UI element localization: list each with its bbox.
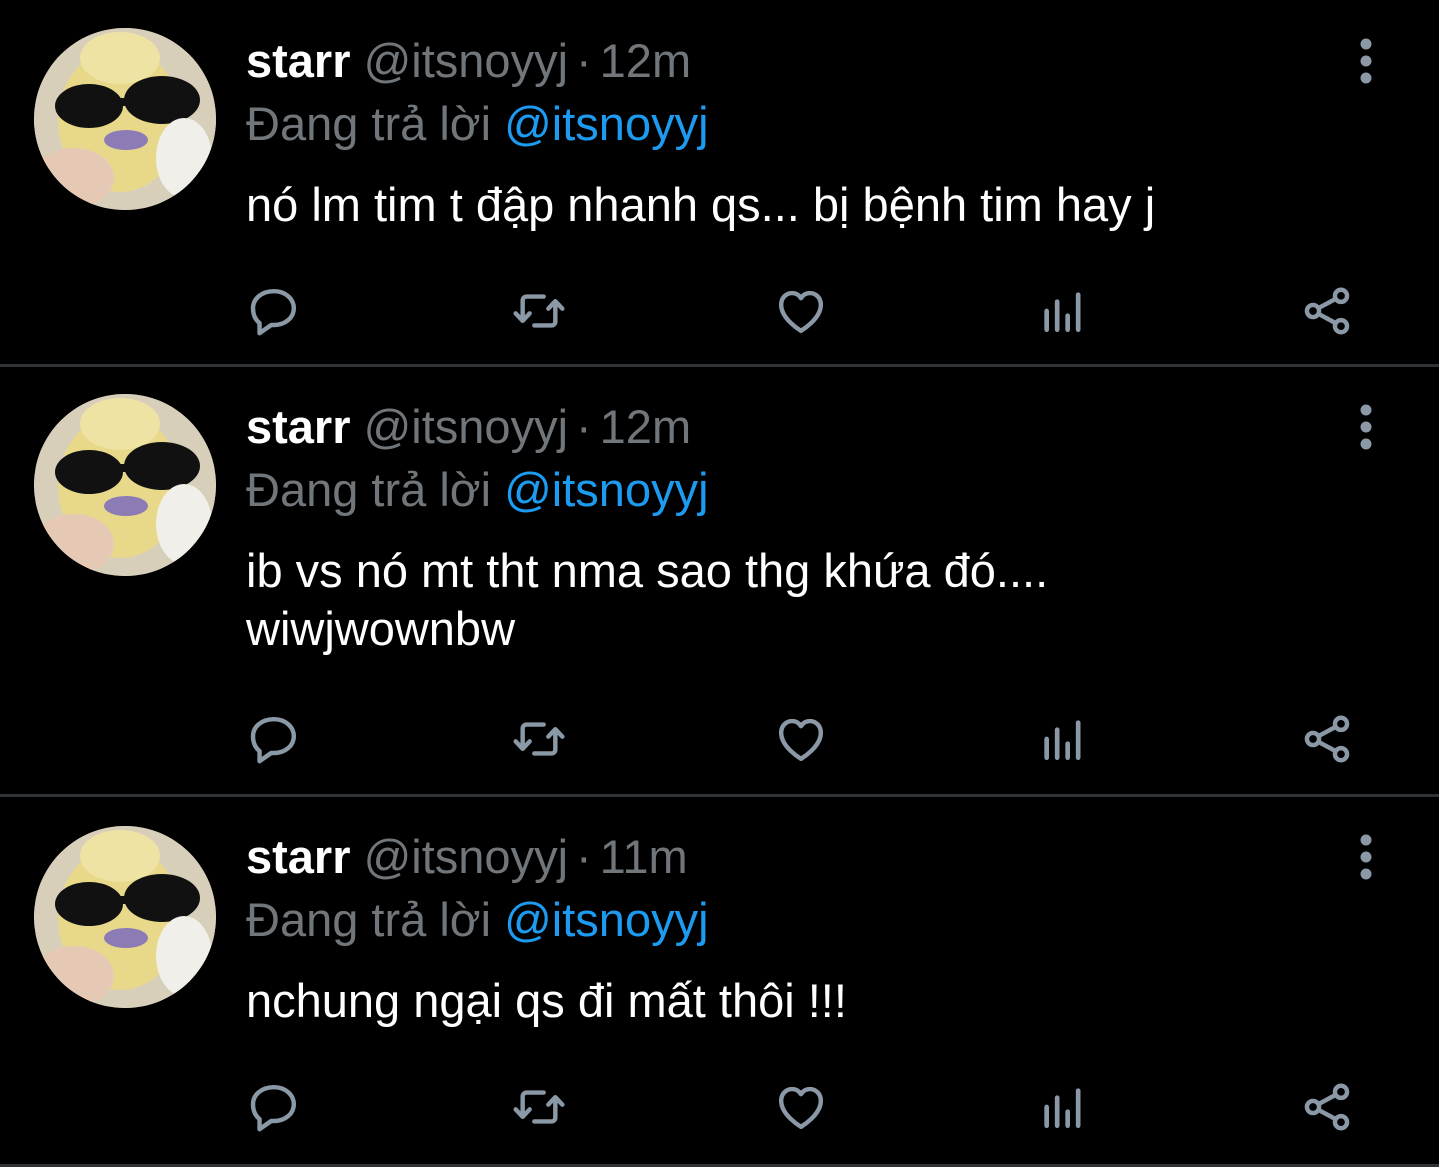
- timestamp[interactable]: 12m: [600, 400, 691, 453]
- separator-dot: ·: [576, 400, 592, 453]
- like-icon: [778, 718, 824, 762]
- reply-button[interactable]: [239, 276, 309, 346]
- separator-dot: ·: [576, 34, 592, 87]
- retweet-icon: [513, 1090, 565, 1124]
- like-icon: [778, 290, 824, 334]
- tweet[interactable]: starr @itsnoyyj · 11m Đang trả lời @itsnoy…: [0, 824, 1439, 1164]
- like-button[interactable]: [766, 1072, 836, 1142]
- display-name[interactable]: starr: [246, 34, 351, 87]
- replying-prefix: Đang trả lời: [246, 463, 492, 516]
- retweet-button[interactable]: [504, 276, 574, 346]
- avatar-image: [34, 28, 216, 210]
- reply-icon: [250, 1084, 297, 1132]
- more-options-icon[interactable]: [1344, 394, 1388, 460]
- replying-prefix: Đang trả lời: [246, 893, 492, 946]
- analytics-button[interactable]: [1028, 1072, 1098, 1142]
- replying-to-line: Đang trả lời @itsnoyyj: [246, 458, 709, 522]
- retweet-icon: [513, 722, 565, 756]
- avatar-image: [34, 826, 216, 1008]
- avatar[interactable]: [34, 394, 216, 576]
- retweet-button[interactable]: [504, 1072, 574, 1142]
- more-options-icon[interactable]: [1344, 28, 1388, 94]
- reply-icon: [250, 288, 297, 336]
- avatar[interactable]: [34, 826, 216, 1008]
- share-icon: [1304, 287, 1350, 335]
- reply-button[interactable]: [239, 1072, 309, 1142]
- timestamp[interactable]: 12m: [600, 34, 691, 87]
- tweet-text: nchung ngại qs đi mất thôi !!!: [246, 974, 847, 1027]
- replying-prefix: Đang trả lời: [246, 97, 492, 150]
- like-button[interactable]: [766, 704, 836, 774]
- tweet-divider: [0, 794, 1439, 797]
- analytics-icon: [1044, 720, 1081, 760]
- tweet-feed: starr @itsnoyyj · 12m Đang trả lời @itsnoy…: [0, 0, 1439, 1167]
- like-button[interactable]: [766, 276, 836, 346]
- tweet-header: starr @itsnoyyj · 12m: [246, 394, 691, 460]
- analytics-button[interactable]: [1028, 704, 1098, 774]
- timestamp[interactable]: 11m: [600, 830, 688, 883]
- reply-button[interactable]: [239, 704, 309, 774]
- analytics-icon: [1044, 1088, 1081, 1128]
- user-handle[interactable]: @itsnoyyj: [364, 830, 568, 883]
- display-name[interactable]: starr: [246, 830, 351, 883]
- tweet-header: starr @itsnoyyj · 11m: [246, 824, 688, 890]
- retweet-button[interactable]: [504, 704, 574, 774]
- tweet-text: nó lm tim t đập nhanh qs... bị bệnh tim …: [246, 178, 1156, 231]
- share-icon: [1304, 1083, 1350, 1131]
- tweet-divider: [0, 364, 1439, 367]
- share-button[interactable]: [1292, 1072, 1362, 1142]
- replying-to-mention[interactable]: @itsnoyyj: [504, 463, 708, 516]
- share-button[interactable]: [1292, 276, 1362, 346]
- analytics-icon: [1044, 292, 1081, 332]
- tweet-header: starr @itsnoyyj · 12m: [246, 28, 691, 94]
- replying-to-mention[interactable]: @itsnoyyj: [504, 97, 708, 150]
- display-name[interactable]: starr: [246, 400, 351, 453]
- avatar-image: [34, 394, 216, 576]
- action-bar: [0, 704, 1439, 774]
- tweet[interactable]: starr @itsnoyyj · 12m Đang trả lời @itsnoy…: [0, 394, 1439, 794]
- user-handle[interactable]: @itsnoyyj: [364, 400, 568, 453]
- tweet[interactable]: starr @itsnoyyj · 12m Đang trả lời @itsnoy…: [0, 28, 1439, 364]
- analytics-button[interactable]: [1028, 276, 1098, 346]
- share-button[interactable]: [1292, 704, 1362, 774]
- tweet-text: ib vs nó mt tht nma sao thg khứa đó.... …: [246, 544, 1049, 655]
- more-options-icon[interactable]: [1344, 824, 1388, 890]
- replying-to-line: Đang trả lời @itsnoyyj: [246, 92, 709, 156]
- replying-to-mention[interactable]: @itsnoyyj: [504, 893, 708, 946]
- separator-dot: ·: [576, 830, 592, 883]
- user-handle[interactable]: @itsnoyyj: [364, 34, 568, 87]
- action-bar: [0, 276, 1439, 346]
- replying-to-line: Đang trả lời @itsnoyyj: [246, 888, 709, 952]
- reply-icon: [250, 716, 297, 764]
- like-icon: [778, 1086, 824, 1130]
- share-icon: [1304, 715, 1350, 763]
- retweet-icon: [513, 294, 565, 328]
- action-bar: [0, 1072, 1439, 1142]
- avatar[interactable]: [34, 28, 216, 210]
